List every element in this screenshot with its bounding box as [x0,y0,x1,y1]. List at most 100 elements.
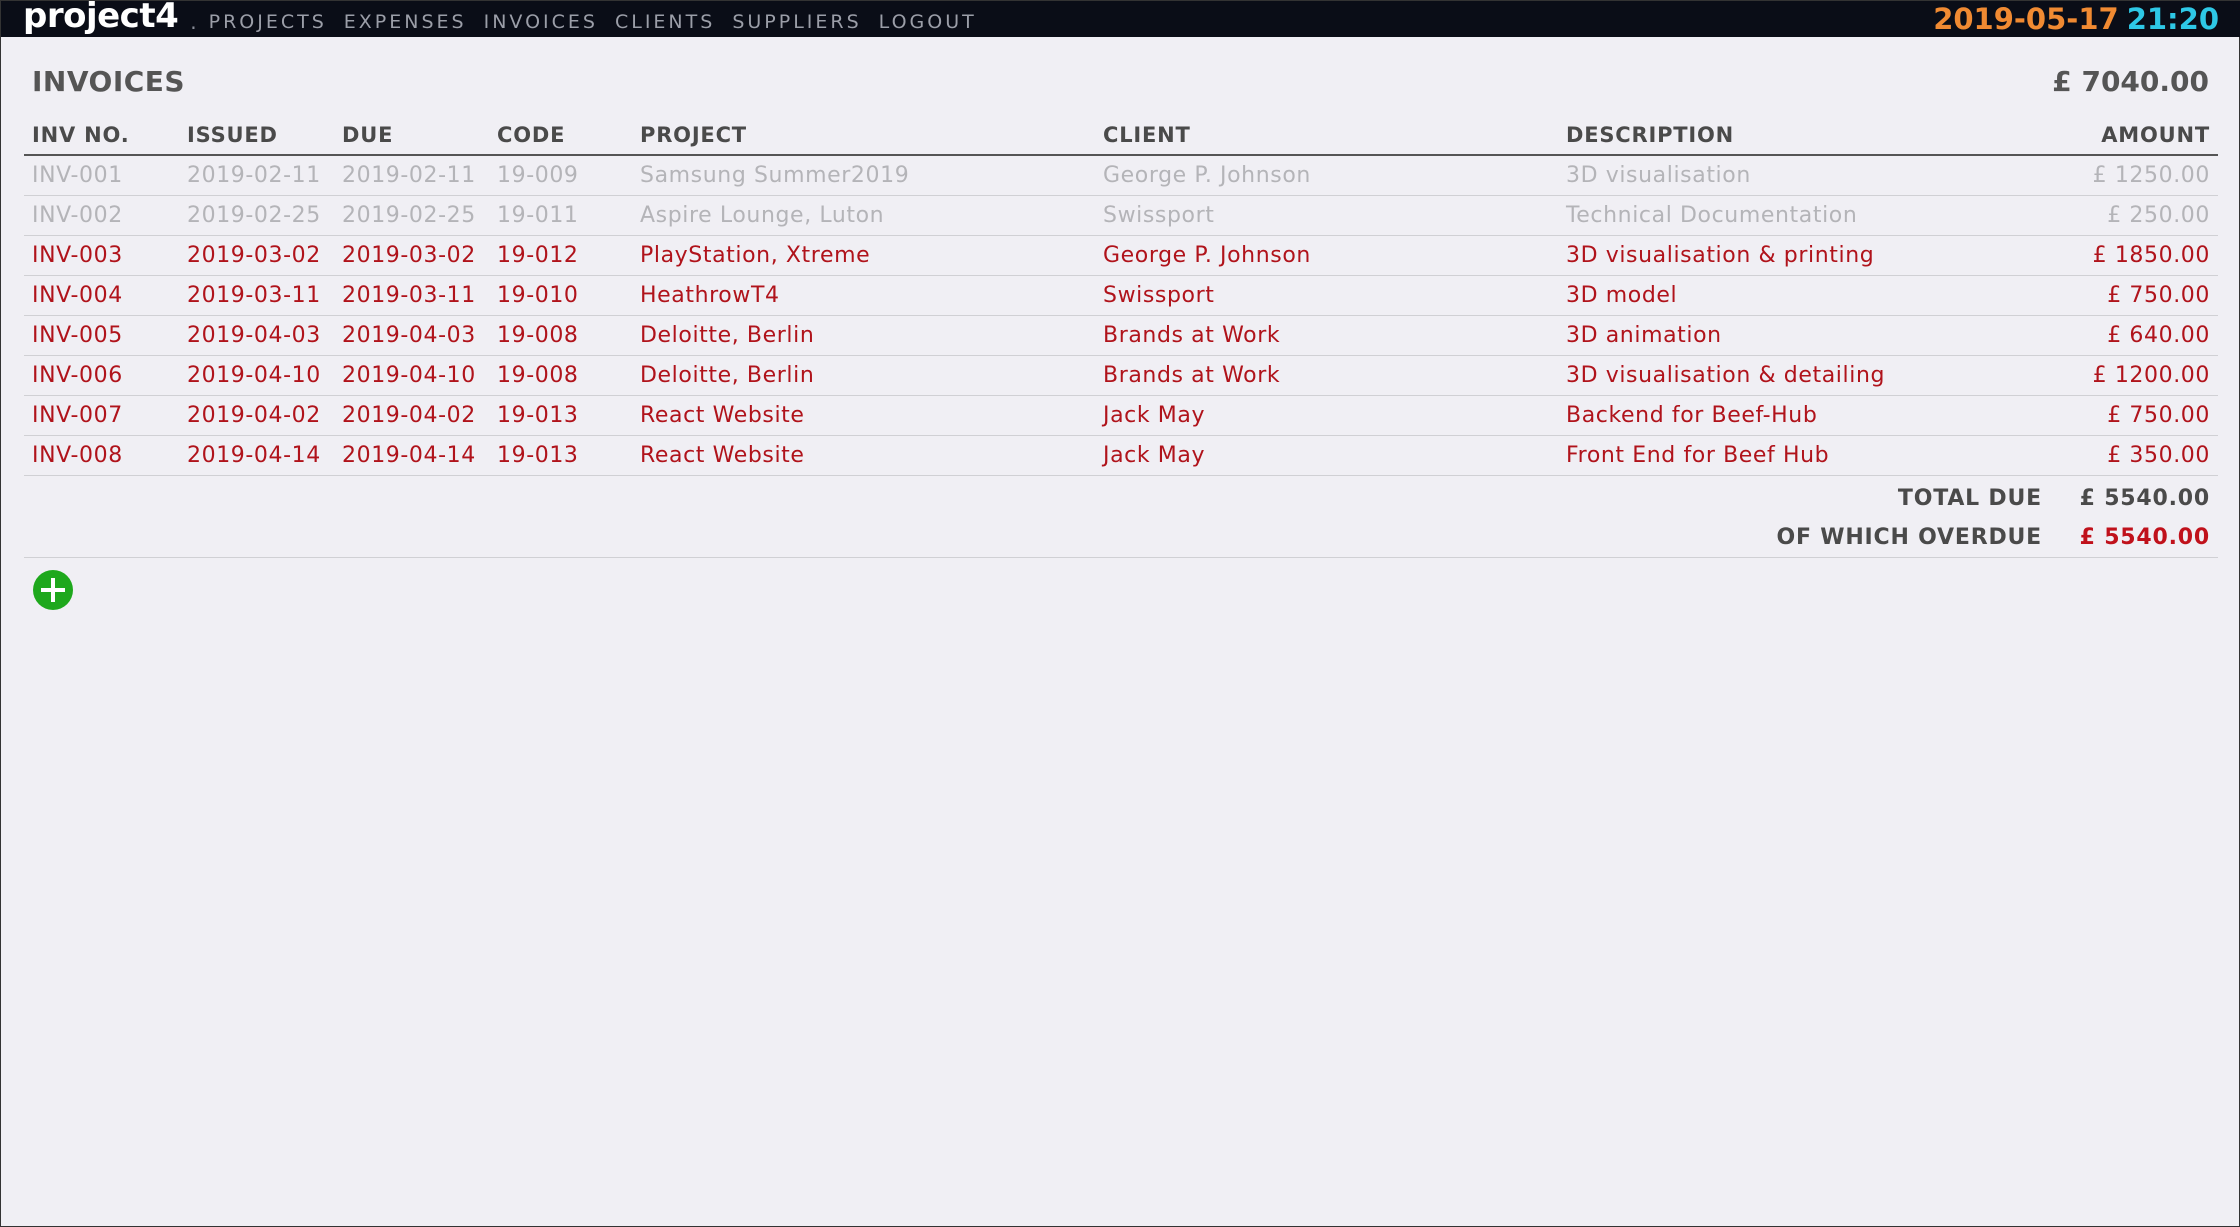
table-row[interactable]: INV-004 2019-03-11 2019-03-11 19-010 Heathro… [24,275,2218,316]
cell-issued: 2019-02-11 [179,155,334,196]
cell-issued: 2019-04-02 [179,395,334,436]
cell-due: 2019-04-02 [334,395,489,436]
cell-issued: 2019-04-14 [179,435,334,476]
cell-code: 19-013 [489,395,632,436]
main-nav: PROJECTS EXPENSES INVOICES CLIENTS SUPPL… [209,11,994,33]
total-due-value: £ 5540.00 [2079,486,2210,511]
overdue-row: OF WHICH OVERDUE £ 5540.00 [1776,525,2210,550]
column-header-description[interactable]: DESCRIPTION [1558,116,2021,156]
cell-amount: £ 1850.00 [2021,235,2218,276]
overdue-value: £ 5540.00 [2079,525,2210,550]
nav-logout[interactable]: LOGOUT [879,11,977,33]
cell-client: Jack May [1095,435,1558,476]
cell-description: 3D model [1558,275,2021,316]
nav-expenses[interactable]: EXPENSES [344,11,467,33]
cell-inv-no: INV-003 [24,235,179,276]
nav-suppliers[interactable]: SUPPLIERS [732,11,861,33]
cell-code: 19-009 [489,155,632,196]
table-row[interactable]: INV-006 2019-04-10 2019-04-10 19-008 Deloitt… [24,355,2218,396]
cell-inv-no: INV-008 [24,435,179,476]
table-row[interactable]: INV-003 2019-03-02 2019-03-02 19-012 PlaySta… [24,235,2218,276]
cell-code: 19-008 [489,315,632,356]
column-header-code[interactable]: CODE [489,116,632,156]
nav-projects[interactable]: PROJECTS [209,11,327,33]
cell-due: 2019-04-10 [334,355,489,396]
cell-project: React Website [632,435,1095,476]
cell-client: Brands at Work [1095,355,1558,396]
cell-client: George P. Johnson [1095,235,1558,276]
cell-amount: £ 250.00 [2021,195,2218,236]
cell-client: Swissport [1095,275,1558,316]
cell-code: 19-013 [489,435,632,476]
cell-issued: 2019-04-10 [179,355,334,396]
cell-description: Backend for Beef-Hub [1558,395,2021,436]
cell-client: Brands at Work [1095,315,1558,356]
cell-description: Technical Documentation [1558,195,2021,236]
cell-inv-no: INV-005 [24,315,179,356]
cell-issued: 2019-04-03 [179,315,334,356]
cell-project: HeathrowT4 [632,275,1095,316]
cell-description: Front End for Beef Hub [1558,435,2021,476]
table-row[interactable]: INV-007 2019-04-02 2019-04-02 19-013 React W… [24,395,2218,436]
cell-project: Deloitte, Berlin [632,315,1095,356]
cell-description: 3D animation [1558,315,2021,356]
cell-due: 2019-03-02 [334,235,489,276]
cell-inv-no: INV-006 [24,355,179,396]
column-header-inv-no[interactable]: INV NO. [24,116,179,156]
clock-date: 2019-05-17 [1933,2,2119,36]
cell-project: Deloitte, Berlin [632,355,1095,396]
cell-client: Jack May [1095,395,1558,436]
app-logo[interactable]: project4 [23,0,179,34]
cell-client: George P. Johnson [1095,155,1558,196]
cell-issued: 2019-03-02 [179,235,334,276]
cell-code: 19-010 [489,275,632,316]
table-row[interactable]: INV-002 2019-02-25 2019-02-25 19-011 Aspire … [24,195,2218,236]
column-header-project[interactable]: PROJECT [632,116,1095,156]
invoices-table-body: INV-001 2019-02-11 2019-02-11 19-009 Samsung… [24,155,2218,476]
table-row[interactable]: INV-008 2019-04-14 2019-04-14 19-013 React W… [24,435,2218,476]
clock-time: 21:20 [2126,2,2219,36]
cell-description: 3D visualisation & detailing [1558,355,2021,396]
table-header-row: INV NO. ISSUED DUE CODE PROJECT CLIENT D… [24,116,2218,156]
cell-inv-no: INV-007 [24,395,179,436]
cell-amount: £ 640.00 [2021,315,2218,356]
overdue-label: OF WHICH OVERDUE [1776,525,2042,550]
total-due-label: TOTAL DUE [1897,486,2042,511]
column-header-issued[interactable]: ISSUED [179,116,334,156]
cell-code: 19-011 [489,195,632,236]
cell-due: 2019-02-25 [334,195,489,236]
table-row[interactable]: INV-005 2019-04-03 2019-04-03 19-008 Deloitt… [24,315,2218,356]
page-total-amount: £ 7040.00 [2052,65,2209,98]
cell-due: 2019-02-11 [334,155,489,196]
column-header-amount[interactable]: AMOUNT [2021,116,2218,156]
cell-inv-no: INV-001 [24,155,179,196]
cell-description: 3D visualisation & printing [1558,235,2021,276]
column-header-client[interactable]: CLIENT [1095,116,1558,156]
cell-issued: 2019-02-25 [179,195,334,236]
cell-due: 2019-04-14 [334,435,489,476]
clock: 2019-05-17 21:20 [1933,1,2219,37]
total-due-row: TOTAL DUE £ 5540.00 [1898,486,2210,511]
top-navigation-bar: project4 . PROJECTS EXPENSES INVOICES CL… [1,0,2240,37]
page-title: INVOICES [32,65,186,98]
brand-separator: . [190,10,197,34]
cell-client: Swissport [1095,195,1558,236]
cell-inv-no: INV-002 [24,195,179,236]
cell-due: 2019-04-03 [334,315,489,356]
cell-project: Aspire Lounge, Luton [632,195,1095,236]
cell-amount: £ 350.00 [2021,435,2218,476]
cell-inv-no: INV-004 [24,275,179,316]
table-row[interactable]: INV-001 2019-02-11 2019-02-11 19-009 Samsung… [24,155,2218,196]
cell-project: React Website [632,395,1095,436]
cell-amount: £ 1200.00 [2021,355,2218,396]
nav-clients[interactable]: CLIENTS [615,11,715,33]
cell-code: 19-008 [489,355,632,396]
cell-issued: 2019-03-11 [179,275,334,316]
invoices-table: INV NO. ISSUED DUE CODE PROJECT CLIENT D… [24,116,2218,476]
nav-invoices[interactable]: INVOICES [484,11,598,33]
add-invoice-button[interactable] [33,570,73,610]
cell-project: PlayStation, Xtreme [632,235,1095,276]
cell-amount: £ 1250.00 [2021,155,2218,196]
column-header-due[interactable]: DUE [334,116,489,156]
cell-amount: £ 750.00 [2021,275,2218,316]
